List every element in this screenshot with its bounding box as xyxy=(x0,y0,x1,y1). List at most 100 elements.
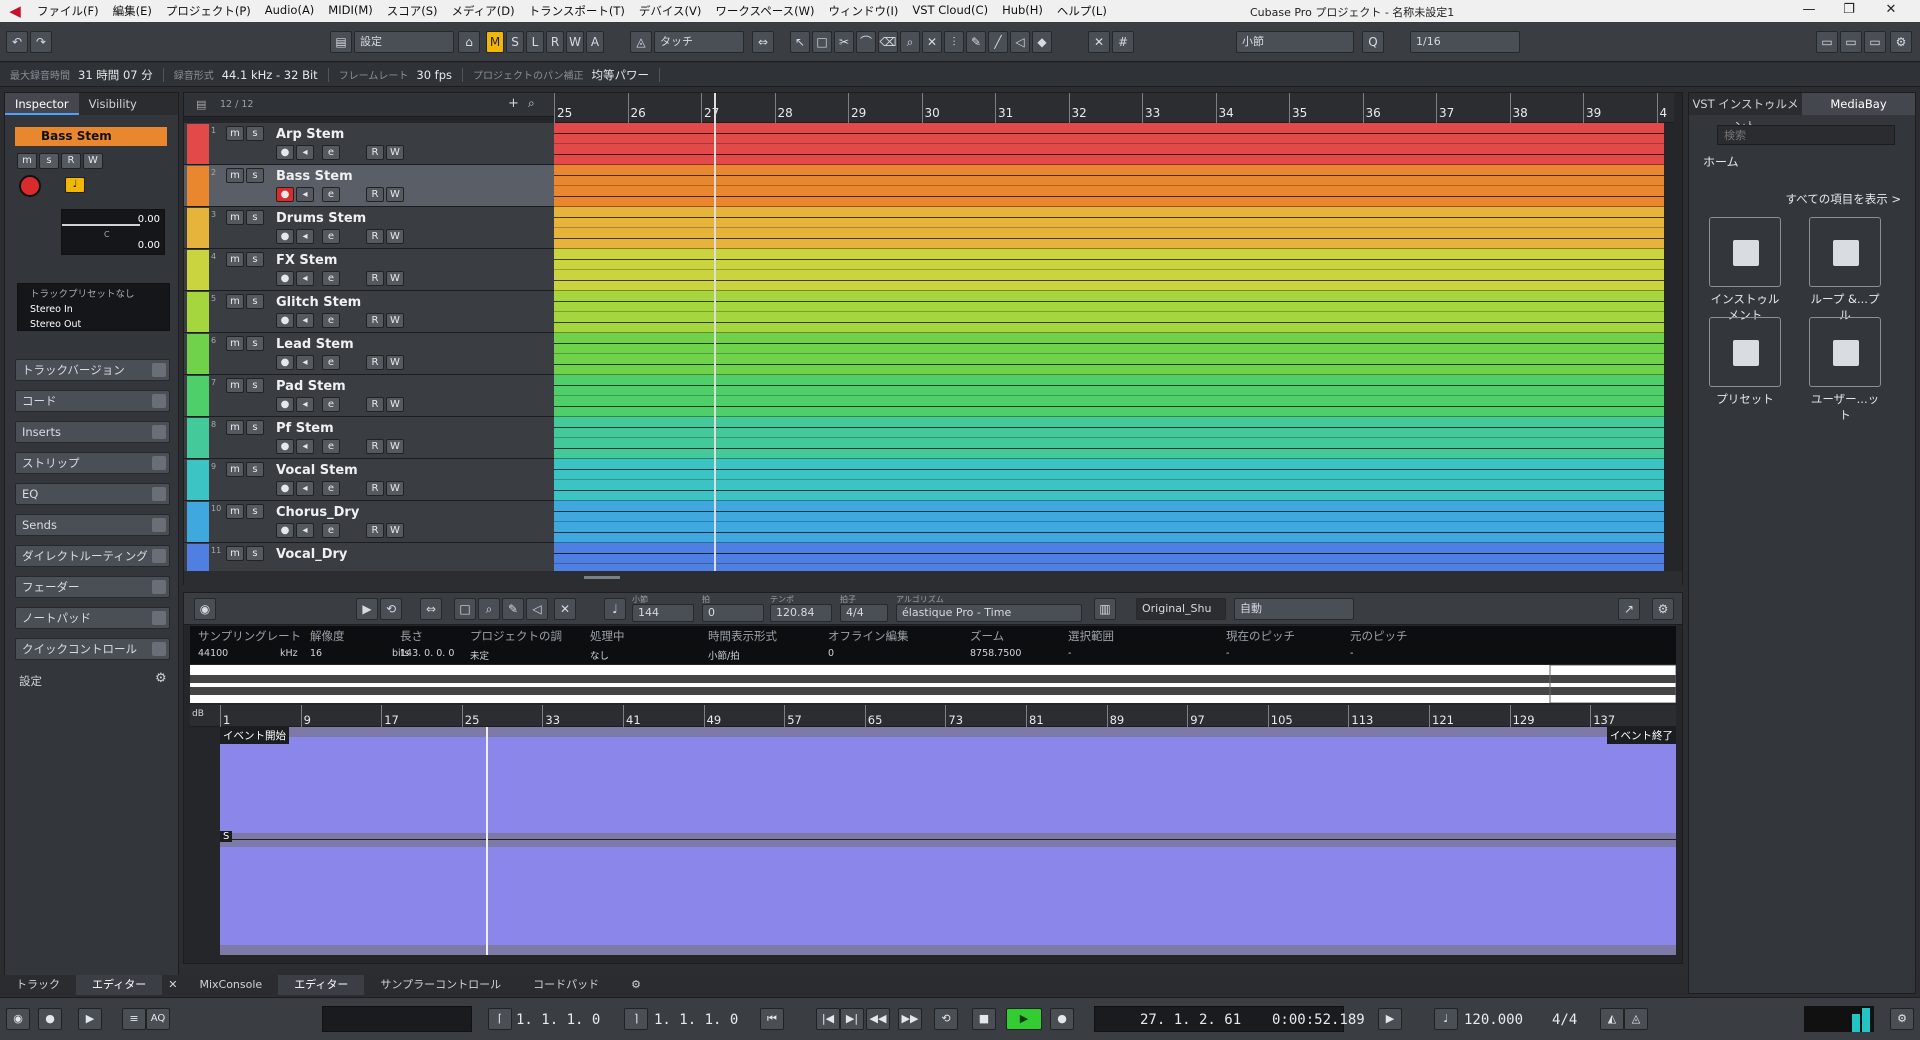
play-tool-icon[interactable]: ◁ xyxy=(526,598,548,620)
tab-vst-instruments[interactable]: VST インストゥルメント xyxy=(1689,93,1802,133)
menu-item[interactable]: VST Cloud(C) xyxy=(905,3,995,19)
inspector-section[interactable]: Sends xyxy=(15,514,170,536)
audio-event[interactable] xyxy=(554,207,1664,249)
position-bars[interactable]: 27. 1. 2. 61 xyxy=(1140,1012,1241,1028)
track-solo-button[interactable]: s xyxy=(246,210,264,225)
slice-icon[interactable]: ▥ xyxy=(1094,598,1116,620)
next-marker-icon[interactable]: ▶| xyxy=(840,1008,864,1030)
info-value[interactable]: 小節/拍 xyxy=(708,648,740,662)
track-monitor-icon[interactable]: ◂ xyxy=(296,355,314,370)
track-read-button[interactable]: R xyxy=(366,439,384,454)
msl-button[interactable]: A xyxy=(586,31,604,53)
menu-item[interactable]: ウィンドウ(I) xyxy=(821,3,905,19)
track-header[interactable]: 4 m s FX Stem ● ◂ e R W xyxy=(184,249,554,291)
section-toggle-icon[interactable] xyxy=(152,425,166,439)
grid-icon[interactable]: # xyxy=(1112,31,1134,53)
track-header[interactable]: 1 m s Arp Stem ● ◂ e R W xyxy=(184,123,554,165)
track-color-strip[interactable] xyxy=(187,208,209,248)
range-tool-icon[interactable]: □ xyxy=(812,31,832,53)
track-mute-button[interactable]: m xyxy=(226,378,244,393)
info-value[interactable]: 16 xyxy=(310,648,322,659)
track-header[interactable]: 7 m s Pad Stem ● ◂ e R W xyxy=(184,375,554,417)
tab-tracks[interactable]: トラック xyxy=(0,975,76,995)
track-mute-button[interactable]: m xyxy=(226,504,244,519)
msl-button[interactable]: W xyxy=(566,31,584,53)
audition-icon[interactable]: ▶ xyxy=(356,598,378,620)
input-routing[interactable]: Stereo In xyxy=(18,302,169,317)
section-toggle-icon[interactable] xyxy=(152,580,166,594)
menu-item[interactable]: ファイル(F) xyxy=(30,3,106,19)
track-header[interactable]: 5 m s Glitch Stem ● ◂ e R W xyxy=(184,291,554,333)
section-toggle-icon[interactable] xyxy=(152,394,166,408)
track-mute-button[interactable]: m xyxy=(226,420,244,435)
menu-item[interactable]: 編集(E) xyxy=(106,3,159,19)
show-all-link[interactable]: すべての項目を表示 > xyxy=(1785,191,1901,207)
track-name[interactable]: Pad Stem xyxy=(276,379,346,394)
left-locator-icon[interactable]: ⌈ xyxy=(488,1008,512,1030)
track-read-button[interactable]: R xyxy=(366,397,384,412)
sample-ruler[interactable]: 1 9 17 25 33 41 49 57 65 73 81 89 97 105 113 121 129 137 xyxy=(190,705,1676,727)
zoom-icon[interactable]: ⌕ xyxy=(478,598,500,620)
mediabay-presets[interactable]: プリセット xyxy=(1709,317,1781,407)
auto-select[interactable]: 自動 xyxy=(1234,598,1354,620)
activate-project-icon[interactable]: ◉ xyxy=(6,1008,30,1030)
record-enable-icon[interactable] xyxy=(19,175,41,197)
tab-inspector[interactable]: Inspector xyxy=(5,93,79,115)
close-lower-zone-icon[interactable]: ✕ xyxy=(162,975,183,995)
quantize-icon[interactable]: Q xyxy=(1362,31,1384,53)
transport-signature[interactable]: 4/4 xyxy=(1552,1012,1577,1028)
output-routing[interactable]: Stereo Out xyxy=(18,317,169,332)
inspector-section[interactable]: コード xyxy=(15,390,170,412)
track-color-strip[interactable] xyxy=(187,334,209,374)
editor-logo-icon[interactable]: ◉ xyxy=(194,598,216,620)
info-value[interactable]: 143. 0. 0. 0 xyxy=(400,648,454,659)
track-header[interactable]: 6 m s Lead Stem ● ◂ e R W xyxy=(184,333,554,375)
track-monitor-icon[interactable]: ◂ xyxy=(296,523,314,538)
track-solo-button[interactable]: s xyxy=(246,168,264,183)
inspector-section[interactable]: EQ xyxy=(15,483,170,505)
transport-settings-icon[interactable]: ⚙ xyxy=(1890,1008,1914,1030)
track-color-strip[interactable] xyxy=(187,502,209,542)
track-write-button[interactable]: W xyxy=(386,145,404,160)
track-preset[interactable]: トラックプリセットなし xyxy=(18,284,169,302)
track-color-strip[interactable] xyxy=(187,292,209,332)
play-icon[interactable]: ▶ xyxy=(1006,1008,1042,1030)
tempo-field[interactable]: 120.84 xyxy=(770,604,832,622)
add-track-icon[interactable]: + xyxy=(508,96,519,111)
track-mute-button[interactable]: m xyxy=(226,462,244,477)
track-name[interactable]: Glitch Stem xyxy=(276,295,361,310)
tab-editor-left[interactable]: エディター xyxy=(76,975,163,995)
constrain-delay-icon[interactable]: ● xyxy=(38,1008,62,1030)
timeline-ruler[interactable]: 25 26 27 28 29 30 31 32 33 34 35 36 37 38 39 4 xyxy=(554,93,1674,123)
tab-mediabay[interactable]: MediaBay xyxy=(1802,93,1915,115)
section-toggle-icon[interactable] xyxy=(152,642,166,656)
track-edit-icon[interactable]: e xyxy=(322,439,340,454)
track-record-icon[interactable]: ● xyxy=(276,187,294,202)
restore-icon[interactable]: ❐ xyxy=(1834,2,1864,20)
track-solo-button[interactable]: s xyxy=(246,252,264,267)
volume-fader[interactable] xyxy=(62,224,140,226)
track-solo-button[interactable]: s xyxy=(246,336,264,351)
settings-gear-icon[interactable]: ⚙ xyxy=(155,671,167,686)
keyboard-icon[interactable]: ≡ xyxy=(122,1008,146,1030)
menu-item[interactable]: Hub(H) xyxy=(995,3,1050,19)
track-edit-icon[interactable]: e xyxy=(322,355,340,370)
menu-item[interactable]: Audio(A) xyxy=(258,3,322,19)
tab-mixconsole[interactable]: MixConsole xyxy=(183,975,278,995)
track-edit-icon[interactable]: e xyxy=(322,271,340,286)
audio-event[interactable] xyxy=(554,165,1664,207)
tab-visibility[interactable]: Visibility xyxy=(79,93,147,115)
click-settings-icon[interactable]: ◬ xyxy=(1624,1008,1648,1030)
track-edit-icon[interactable]: e xyxy=(322,145,340,160)
track-monitor-icon[interactable]: ◂ xyxy=(296,481,314,496)
track-name[interactable]: Chorus_Dry xyxy=(276,505,359,520)
track-header[interactable]: 2 m s Bass Stem ● ◂ e R W xyxy=(184,165,554,207)
track-record-icon[interactable]: ● xyxy=(276,313,294,328)
info-value[interactable]: 未定 xyxy=(470,648,489,662)
range-select-icon[interactable]: □ xyxy=(454,598,476,620)
audio-quantize-button[interactable]: AQ xyxy=(146,1008,170,1030)
inspector-section[interactable]: クイックコントロール xyxy=(15,638,170,660)
audio-event[interactable] xyxy=(554,333,1664,375)
mediabay-user[interactable]: ユーザー...ット xyxy=(1809,317,1881,423)
track-color-strip[interactable] xyxy=(187,124,209,164)
